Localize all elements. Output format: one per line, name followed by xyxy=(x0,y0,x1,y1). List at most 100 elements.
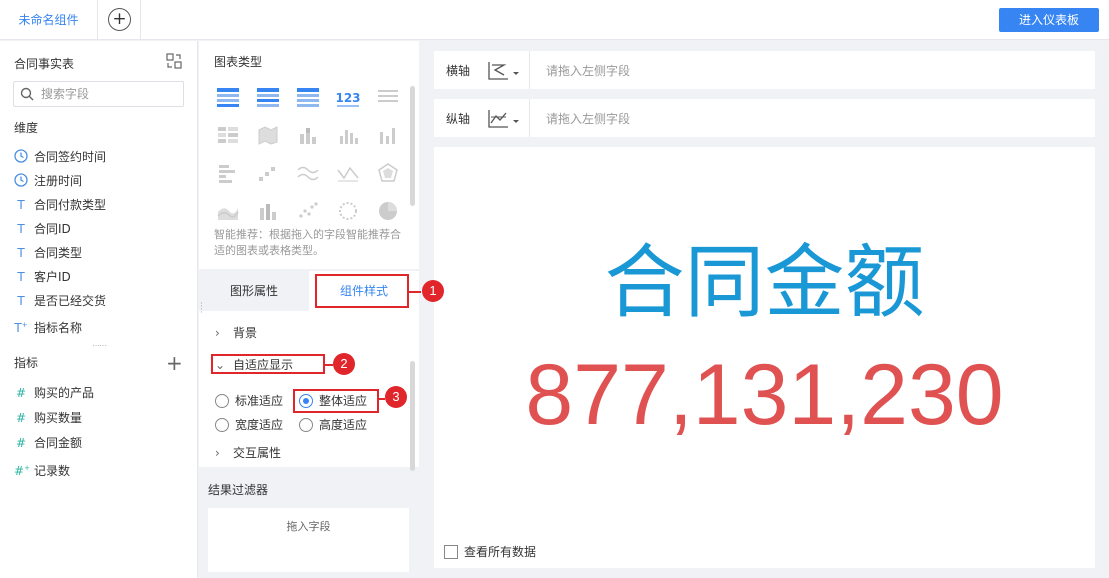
search-input[interactable] xyxy=(41,85,181,103)
annotation-marker-3: 3 xyxy=(385,386,407,408)
metric-label: 记录数 xyxy=(34,464,71,478)
section-background[interactable]: › 背景 xyxy=(215,323,257,343)
map-icon[interactable] xyxy=(256,124,280,146)
cross-table-icon[interactable] xyxy=(256,86,280,108)
text-type-icon: T xyxy=(17,222,25,236)
radio-circle xyxy=(215,394,229,408)
top-bar: 未命名组件 + 进入仪表板 xyxy=(0,0,1109,40)
enter-dashboard-button[interactable]: 进入仪表板 xyxy=(999,8,1099,32)
clock-icon xyxy=(14,171,28,191)
filter-drop-zone[interactable]: 拖入字段 xyxy=(208,508,409,572)
radio-height-fit[interactable]: 高度适应 xyxy=(299,416,367,434)
panel-drag-handle[interactable]: · · · · xyxy=(200,300,203,318)
line-chart-icon[interactable] xyxy=(296,162,320,184)
radar-line-icon[interactable] xyxy=(336,162,360,184)
section-label: 交互属性 xyxy=(233,446,282,460)
chevron-right-icon: › xyxy=(215,446,220,460)
heatmap-table-icon[interactable] xyxy=(216,124,240,146)
x-axis-type-icon[interactable] xyxy=(486,60,522,82)
svg-text:123: 123 xyxy=(336,91,360,105)
stacked-bar-icon[interactable] xyxy=(296,124,320,146)
text-type-icon: T xyxy=(17,294,25,308)
chart-type-title: 图表类型 xyxy=(214,55,263,69)
dimension-item[interactable]: T 是否已经交货 xyxy=(14,291,106,311)
radio-label: 标准适应 xyxy=(235,394,284,408)
radio-standard-fit[interactable]: 标准适应 xyxy=(215,392,283,410)
dimension-item[interactable]: T 客户ID xyxy=(14,267,71,287)
x-axis-drop-zone[interactable]: 请拖入左侧字段 xyxy=(546,62,630,79)
text-table-icon[interactable] xyxy=(376,86,400,108)
hash-calc-icon: #+ xyxy=(14,464,30,478)
step-bar-icon[interactable] xyxy=(256,162,280,184)
divider xyxy=(529,51,530,89)
y-axis-drop-zone[interactable]: 请拖入左侧字段 xyxy=(546,110,630,127)
chevron-right-icon: › xyxy=(215,326,220,340)
grouped-table-icon[interactable] xyxy=(216,86,240,108)
dimension-label: 合同签约时间 xyxy=(34,150,107,164)
add-tab-button[interactable]: + xyxy=(99,0,141,40)
annotation-marker-1: 1 xyxy=(422,280,444,302)
hash-icon: # xyxy=(15,411,27,425)
dimension-label: 客户ID xyxy=(34,270,71,284)
area-chart-icon[interactable] xyxy=(216,200,240,222)
config-panel: 图表类型 123 智能推荐：根据拖入的字段智能推荐合适的图表或表格类型。 图形属… xyxy=(199,41,419,578)
tab-graph-properties[interactable]: 图形属性 xyxy=(199,271,309,311)
radar-chart-icon[interactable] xyxy=(376,162,400,184)
y-axis-type-icon[interactable] xyxy=(486,108,522,130)
metric-item[interactable]: #+ 记录数 xyxy=(14,458,70,478)
y-axis-label: 纵轴 xyxy=(446,112,471,126)
kpi-number-icon[interactable]: 123 xyxy=(336,86,360,108)
metric-item[interactable]: # 购买的产品 xyxy=(14,383,94,403)
table-title: 合同事实表 xyxy=(14,57,75,71)
radio-width-fit[interactable]: 宽度适应 xyxy=(215,416,283,434)
combo-bar-icon[interactable] xyxy=(256,200,280,222)
metric-item[interactable]: # 合同金额 xyxy=(14,433,82,453)
scatter-chart-icon[interactable] xyxy=(296,200,320,222)
radio-circle xyxy=(299,418,313,432)
detail-table-icon[interactable] xyxy=(296,86,320,108)
style-scrollbar[interactable] xyxy=(410,361,415,471)
clock-icon xyxy=(14,147,28,167)
add-metric-icon[interactable]: + xyxy=(166,353,183,373)
horizontal-bar-icon[interactable] xyxy=(216,162,240,184)
switch-table-icon[interactable] xyxy=(166,53,182,69)
text-type-icon: T xyxy=(17,198,25,212)
column-chart-icon[interactable] xyxy=(376,124,400,146)
dimension-item[interactable]: T+ 指标名称 xyxy=(14,315,82,335)
annotation-box-1 xyxy=(315,274,409,308)
dimension-item[interactable]: T 合同类型 xyxy=(14,243,82,263)
section-interaction[interactable]: › 交互属性 xyxy=(215,443,281,463)
dimensions-heading: 维度 xyxy=(14,121,39,135)
dimension-label: 是否已经交货 xyxy=(34,294,107,308)
see-all-data-checkbox[interactable]: 查看所有数据 xyxy=(444,544,536,560)
radio-label: 宽度适应 xyxy=(235,418,284,432)
metric-label: 购买数量 xyxy=(34,411,83,425)
dimension-item[interactable]: T 合同ID xyxy=(14,219,71,239)
hash-icon: # xyxy=(15,436,27,450)
dimension-label: 指标名称 xyxy=(34,321,83,335)
section-label: 背景 xyxy=(233,326,258,340)
tab-unnamed-component[interactable]: 未命名组件 xyxy=(0,0,98,40)
chart-type-hint: 智能推荐：根据拖入的字段智能推荐合适的图表或表格类型。 xyxy=(214,228,401,257)
dimension-item[interactable]: 合同签约时间 xyxy=(14,147,106,167)
checkbox-label: 查看所有数据 xyxy=(464,545,537,559)
chart-type-scrollbar[interactable] xyxy=(410,86,415,206)
bubble-chart-icon[interactable] xyxy=(336,200,360,222)
radio-circle xyxy=(215,418,229,432)
dimension-item[interactable]: 注册时间 xyxy=(14,171,82,191)
panel-resize-handle[interactable]: ⋯⋯ xyxy=(92,342,107,350)
checkbox-box xyxy=(444,545,458,559)
dimension-label: 合同ID xyxy=(34,222,71,236)
pie-chart-icon[interactable] xyxy=(376,200,400,222)
annotation-box-3 xyxy=(293,389,379,413)
metric-item[interactable]: # 购买数量 xyxy=(14,408,82,428)
chart-canvas: 合同金额 877,131,230 查看所有数据 xyxy=(434,147,1095,568)
x-axis-row: 横轴 请拖入左侧字段 xyxy=(434,51,1095,89)
metric-label: 购买的产品 xyxy=(34,386,95,400)
dimension-label: 注册时间 xyxy=(34,174,83,188)
bar-chart-icon[interactable] xyxy=(336,124,360,146)
dimension-item[interactable]: T 合同付款类型 xyxy=(14,195,106,215)
dimension-label: 合同付款类型 xyxy=(34,198,107,212)
text-type-icon: T xyxy=(17,246,25,260)
chart-type-section: 图表类型 123 智能推荐：根据拖入的字段智能推荐合适的图表或表格类型。 xyxy=(199,41,419,269)
